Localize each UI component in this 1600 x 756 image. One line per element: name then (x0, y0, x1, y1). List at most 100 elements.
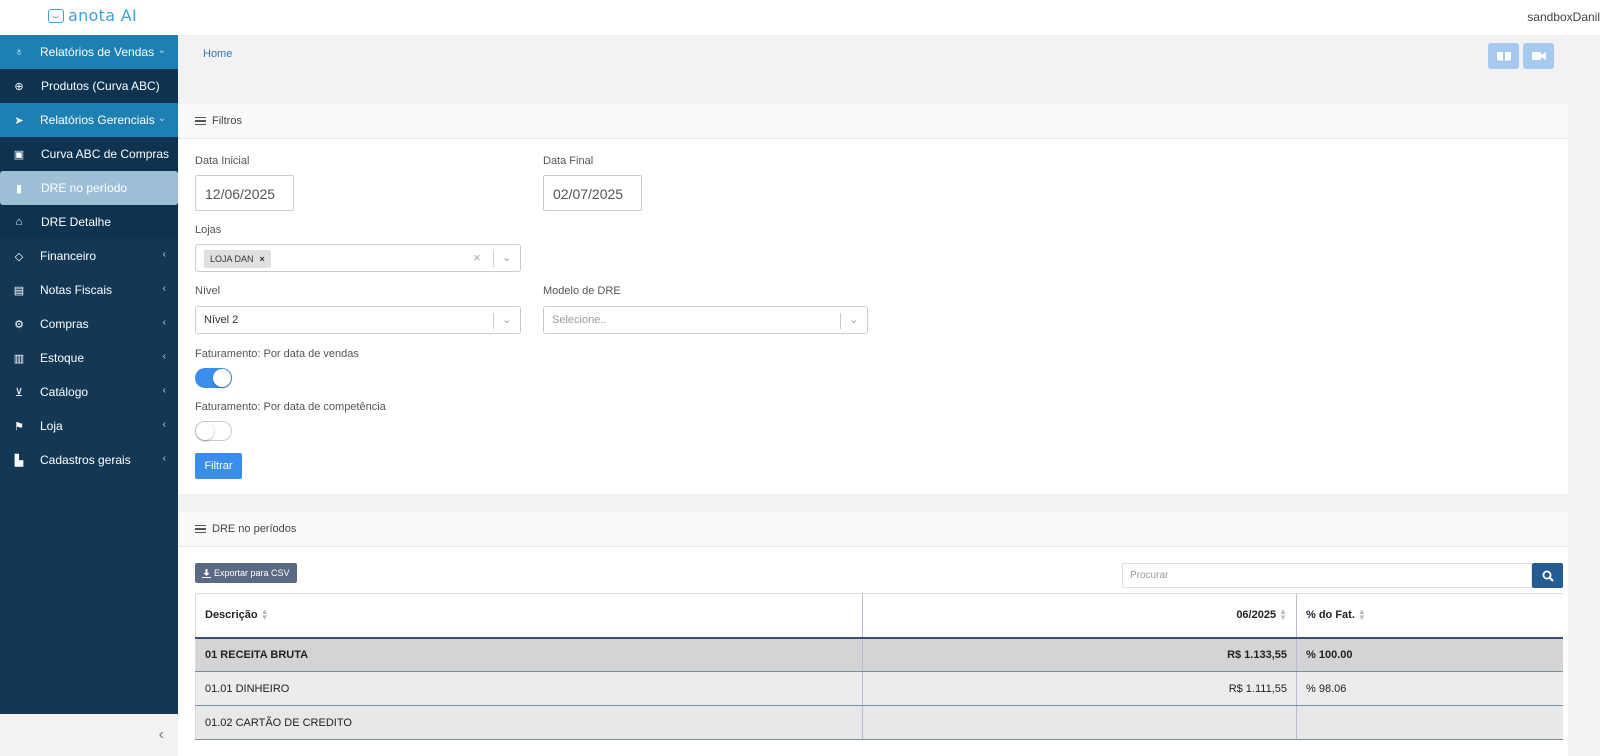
sort-icon: ▲ ▼ (1279, 607, 1287, 623)
dre-table: Descrição ▲ ▼ 06/2025 ▲ ▼ % do Fat. ▲ ▼ 01 REC… (195, 593, 1563, 740)
lightbulb-icon: ♁ (14, 46, 24, 58)
cogs-icon: ⚙ (14, 318, 24, 331)
sidebar-item-produtos-curva-abc[interactable]: ⊕ Produtos (Curva ABC) (0, 69, 178, 103)
level-label: Nível (195, 285, 221, 297)
toggle-competence-label: Faturamento: Por data de competência (195, 401, 386, 413)
results-header: DRE no períodos (178, 512, 1568, 547)
chevron-left-icon: ‹ (162, 317, 166, 328)
column-header-descricao[interactable]: Descrição ▲ ▼ (195, 593, 863, 639)
cell-percent: % 100.00 (1296, 637, 1563, 672)
chevron-down-icon: ⌄ (157, 45, 166, 56)
collapse-sidebar-icon[interactable]: ‹ (159, 726, 164, 744)
chevron-down-icon[interactable]: ⌄ (502, 251, 511, 264)
download-icon (202, 568, 211, 578)
sidebar-item-relatorios-vendas[interactable]: ♁ Relatórios de Vendas ⌄ (0, 35, 178, 69)
crosshair-icon: ⊕ (14, 80, 24, 93)
level-select[interactable]: Nível 2 ⌄ (195, 306, 521, 334)
stores-select[interactable]: LOJA DAN × × ⌄ (195, 244, 521, 272)
file-icon: ▤ (13, 284, 25, 297)
industry-icon: ▙ (14, 454, 24, 467)
sidebar-item-dre-detalhe[interactable]: ⌂ DRE Detalhe (0, 205, 178, 239)
sidebar-item-cadastros-gerais[interactable]: ▙ Cadastros gerais ‹ (0, 443, 178, 477)
sidebar-item-dre-periodo[interactable]: ▮ DRE no período (0, 171, 178, 205)
clear-icon[interactable]: × (473, 250, 481, 265)
sidebar-item-label: Cadastros gerais (40, 453, 131, 467)
send-icon: ➤ (14, 114, 24, 127)
search-input[interactable]: Procurar (1122, 563, 1532, 588)
results-panel: DRE no períodos Exportar para CSV Procur… (178, 512, 1568, 756)
video-button[interactable] (1523, 43, 1554, 69)
start-date-input[interactable]: 12/06/2025 (195, 175, 294, 211)
breadcrumb-home[interactable]: Home (203, 48, 232, 60)
toggle-knob (213, 369, 231, 387)
sidebar-item-label: Loja (40, 419, 63, 433)
chevron-left-icon: ‹ (162, 249, 166, 260)
toggle-sales-label: Faturamento: Por data de vendas (195, 348, 359, 360)
logo-icon (48, 8, 64, 23)
filter-button[interactable]: Filtrar (195, 453, 242, 479)
sidebar-item-loja[interactable]: ⚑ Loja ‹ (0, 409, 178, 443)
column-header-period[interactable]: 06/2025 ▲ ▼ (862, 593, 1297, 639)
sidebar-item-label: DRE Detalhe (41, 215, 112, 229)
chevron-left-icon: ‹ (162, 385, 166, 396)
sort-icon: ▲ ▼ (260, 607, 269, 623)
cell-value: R$ 1.111,55 (862, 671, 1297, 706)
sort-icon: ▲ ▼ (1357, 607, 1366, 623)
sidebar-item-catalogo[interactable]: ⊻ Catálogo ‹ (0, 375, 178, 409)
end-date-label: Data Final (543, 155, 594, 167)
table-row[interactable]: 01 RECEITA BRUTA R$ 1.133,55 % 100.00 (195, 637, 1563, 672)
start-date-label: Data Inicial (195, 155, 250, 167)
filters-title: Filtros (212, 115, 242, 127)
search-icon (1542, 570, 1554, 582)
export-csv-label: Exportar para CSV (214, 568, 290, 578)
chevron-left-icon: ‹ (162, 283, 166, 294)
toggle-competence-date[interactable] (195, 421, 232, 441)
sidebar-item-label: Compras (40, 317, 89, 331)
table-row[interactable]: 01.02 CARTÃO DE CREDITO (195, 705, 1563, 740)
chevron-down-icon: ⌄ (157, 113, 166, 124)
cell-description: 01.02 CARTÃO DE CREDITO (195, 705, 863, 740)
cell-value: R$ 1.133,55 (862, 637, 1297, 672)
export-csv-button[interactable]: Exportar para CSV (195, 563, 297, 583)
sidebar-item-label: Catálogo (40, 385, 89, 399)
filters-panel: Filtros Data Inicial 12/06/2025 Data Fin… (178, 104, 1568, 494)
store-tag-label: LOJA DAN (210, 254, 254, 264)
manual-button[interactable] (1488, 43, 1519, 69)
sidebar-item-notas-fiscais[interactable]: ▤ Notas Fiscais ‹ (0, 273, 178, 307)
sidebar-item-label: DRE no período (41, 181, 128, 195)
sidebar-item-label: Notas Fiscais (40, 283, 113, 297)
user-name[interactable]: sandboxDanil (1527, 10, 1600, 24)
remove-tag-icon[interactable]: × (260, 254, 265, 264)
toggle-sales-date[interactable] (195, 368, 232, 388)
select-separator (840, 313, 841, 329)
sidebar-item-label: Relatórios de Vendas (40, 45, 155, 59)
dre-model-select[interactable]: Selecione.. ⌄ (543, 306, 868, 334)
sidebar-item-label: Produtos (Curva ABC) (41, 79, 160, 93)
sidebar-item-label: Curva ABC de Compras (41, 147, 170, 161)
cell-percent: % 98.06 (1296, 671, 1563, 706)
breadcrumb-bar: Home (178, 35, 1600, 75)
chevron-down-icon[interactable]: ⌄ (502, 313, 511, 326)
table-header-row: Descrição ▲ ▼ 06/2025 ▲ ▼ % do Fat. ▲ ▼ (195, 593, 1563, 639)
sidebar-item-label: Estoque (40, 351, 85, 365)
sidebar-item-relatorios-gerenciais[interactable]: ➤ Relatórios Gerenciais ⌄ (0, 103, 178, 137)
sidebar-item-financeiro[interactable]: ◇ Financeiro ‹ (0, 239, 178, 273)
column-header-pct[interactable]: % do Fat. ▲ ▼ (1296, 593, 1563, 639)
cell-description: 01.01 DINHEIRO (195, 671, 863, 706)
cell-percent (1296, 705, 1563, 740)
sidebar-item-label: Financeiro (40, 249, 97, 263)
sidebar-item-estoque[interactable]: ▥ Estoque ‹ (0, 341, 178, 375)
bus-icon: ▣ (13, 148, 25, 161)
table-row[interactable]: 01.01 DINHEIRO R$ 1.111,55 % 98.06 (195, 671, 1563, 706)
menu-lines-icon (195, 117, 206, 125)
sidebar-item-compras[interactable]: ⚙ Compras ‹ (0, 307, 178, 341)
search-button[interactable] (1532, 563, 1563, 588)
dre-model-label: Modelo de DRE (543, 285, 621, 297)
sidebar-item-curva-abc-compras[interactable]: ▣ Curva ABC de Compras (0, 137, 178, 171)
filters-header: Filtros (178, 104, 1568, 139)
video-camera-icon (1531, 52, 1546, 60)
end-date-input[interactable]: 02/07/2025 (543, 175, 642, 211)
chevron-left-icon: ‹ (162, 453, 166, 464)
chevron-down-icon[interactable]: ⌄ (849, 313, 858, 326)
logo[interactable]: anota AI (48, 6, 137, 25)
